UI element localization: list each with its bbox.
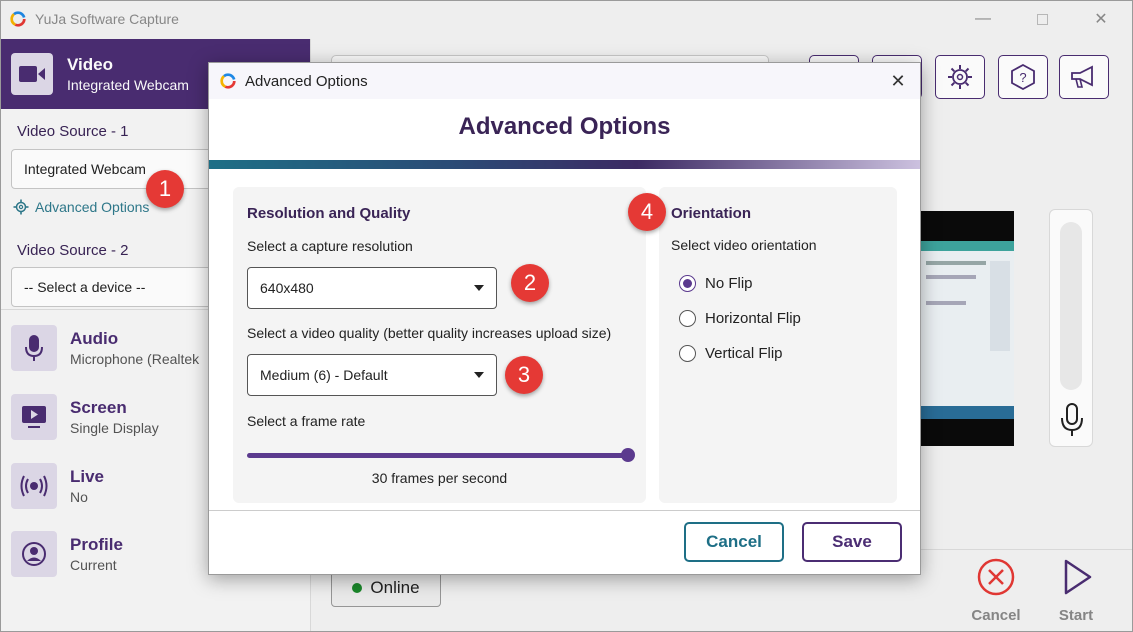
yuja-logo-icon xyxy=(220,73,236,89)
radio-horizontal-flip-label: Horizontal Flip xyxy=(705,310,801,327)
annotation-badge-2: 2 xyxy=(511,264,549,302)
chevron-down-icon xyxy=(474,285,484,291)
framerate-slider-track[interactable] xyxy=(247,453,629,458)
dialog-save-button[interactable]: Save xyxy=(802,522,902,562)
quality-value: Medium (6) - Default xyxy=(260,367,388,383)
resolution-quality-title: Resolution and Quality xyxy=(247,205,411,222)
radio-vertical-flip[interactable]: Vertical Flip xyxy=(679,345,783,362)
quality-select[interactable]: Medium (6) - Default xyxy=(247,354,497,396)
dialog-window-title: Advanced Options xyxy=(245,72,368,90)
resolution-label: Select a capture resolution xyxy=(247,238,413,254)
orientation-title: Orientation xyxy=(671,205,752,222)
resolution-select[interactable]: 640x480 xyxy=(247,267,497,309)
quality-label: Select a video quality (better quality i… xyxy=(247,325,612,341)
annotation-badge-4: 4 xyxy=(628,193,666,231)
resolution-quality-panel: Resolution and Quality Select a capture … xyxy=(233,187,646,503)
radio-vertical-flip-label: Vertical Flip xyxy=(705,345,783,362)
radio-unselected-icon xyxy=(679,310,696,327)
radio-no-flip[interactable]: No Flip xyxy=(679,275,753,292)
close-icon: ✕ xyxy=(890,70,906,91)
advanced-options-dialog: Advanced Options ✕ Advanced Options Reso… xyxy=(208,62,921,575)
app-window: YuJa Software Capture — ✕ Video Integrat… xyxy=(0,0,1133,632)
framerate-label: Select a frame rate xyxy=(247,413,366,429)
radio-selected-icon xyxy=(679,275,696,292)
dialog-close-button[interactable]: ✕ xyxy=(886,69,910,93)
radio-unselected-icon xyxy=(679,345,696,362)
framerate-slider-handle[interactable] xyxy=(621,448,635,462)
dialog-footer-divider xyxy=(209,510,920,511)
orientation-panel: Orientation Select video orientation No … xyxy=(659,187,897,503)
gradient-divider xyxy=(209,160,920,169)
dialog-cancel-button[interactable]: Cancel xyxy=(684,522,784,562)
radio-horizontal-flip[interactable]: Horizontal Flip xyxy=(679,310,801,327)
resolution-value: 640x480 xyxy=(260,280,314,296)
orientation-label: Select video orientation xyxy=(671,237,817,253)
dialog-heading: Advanced Options xyxy=(458,113,671,140)
annotation-badge-3: 3 xyxy=(505,356,543,394)
framerate-value: 30 frames per second xyxy=(371,470,508,486)
annotation-badge-1: 1 xyxy=(146,170,184,208)
dialog-title-bar: Advanced Options xyxy=(209,63,920,99)
chevron-down-icon xyxy=(474,372,484,378)
radio-no-flip-label: No Flip xyxy=(705,275,753,292)
